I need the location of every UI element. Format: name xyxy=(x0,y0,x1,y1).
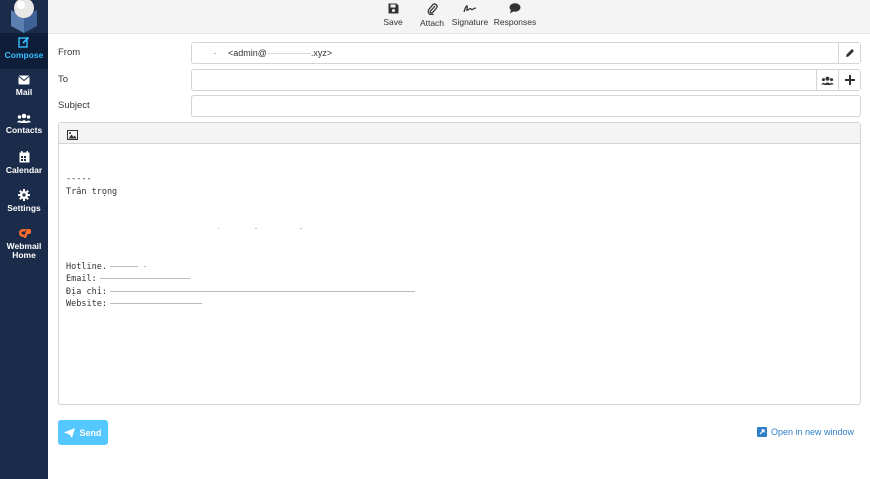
paperclip-icon xyxy=(427,3,438,15)
signature-block[interactable]: ----- Trân trọng Hotline. Email: Địa chỉ… xyxy=(66,173,418,311)
subject-label: Subject xyxy=(58,100,90,111)
sidebar-item-label: Calendar xyxy=(5,165,43,175)
gear-icon xyxy=(18,189,30,201)
save-button[interactable]: Save xyxy=(381,0,405,34)
signature-spacer xyxy=(66,198,418,223)
signature-label: Signature xyxy=(451,17,489,27)
sidebar-item-label: Compose xyxy=(4,50,44,60)
signature-separator: ----- xyxy=(66,174,92,184)
signature-greeting: Trân trọng xyxy=(66,186,118,197)
editor-toolbar xyxy=(59,123,860,144)
address-label: Địa chỉ: xyxy=(66,286,107,297)
calendar-icon xyxy=(19,151,29,163)
signature-spacer xyxy=(66,236,418,261)
sidebar: Compose Mail Contacts Calendar Settings … xyxy=(0,0,48,479)
users-icon xyxy=(17,113,31,123)
from-value: <admin@ .xyz> xyxy=(228,48,332,58)
envelope-icon xyxy=(18,75,30,85)
send-label: Send xyxy=(79,427,102,438)
sidebar-item-label: Mail xyxy=(15,87,33,97)
message-editor[interactable]: ----- Trân trọng Hotline. Email: Địa chỉ… xyxy=(58,122,861,405)
signature-button[interactable]: Signature xyxy=(451,0,489,34)
users-icon xyxy=(821,76,834,85)
edit-identity-button[interactable] xyxy=(838,43,860,63)
compose-icon xyxy=(18,36,30,48)
sidebar-item-label: Settings xyxy=(7,203,41,213)
to-label: To xyxy=(58,74,69,85)
compose-toolbar: Save Attach Signature Responses xyxy=(48,0,870,34)
responses-button[interactable]: Responses xyxy=(494,0,536,34)
insert-image-button[interactable] xyxy=(67,127,78,145)
open-in-new-window-link[interactable]: Open in new window xyxy=(757,427,854,437)
roundcube-logo[interactable] xyxy=(0,0,48,33)
website-label: Website: xyxy=(66,299,107,309)
signature-website: Website: xyxy=(66,298,418,311)
logo-cube-icon xyxy=(11,0,37,33)
sidebar-item-contacts[interactable]: Contacts xyxy=(0,110,48,147)
add-contact-button[interactable] xyxy=(816,70,838,90)
floppy-disk-icon xyxy=(388,3,398,14)
responses-label: Responses xyxy=(493,17,537,27)
webmail-app: Compose Mail Contacts Calendar Settings … xyxy=(0,0,870,479)
from-address-suffix: .xyz> xyxy=(310,48,333,58)
from-field[interactable]: <admin@ .xyz> xyxy=(191,42,861,64)
signature-name-redacted xyxy=(66,223,418,236)
sidebar-item-label: Home xyxy=(12,250,36,260)
hotline-label: Hotline. xyxy=(66,261,107,272)
signature-icon xyxy=(463,5,477,13)
to-field[interactable] xyxy=(191,69,861,91)
signature-hotline: Hotline. xyxy=(66,261,418,274)
send-button[interactable]: Send xyxy=(58,420,108,445)
add-header-button[interactable] xyxy=(838,70,860,90)
sidebar-item-label: Contacts xyxy=(5,125,43,135)
from-address-prefix: <admin@ xyxy=(228,48,267,58)
plus-icon xyxy=(844,75,855,85)
signature-email: Email: xyxy=(66,273,418,286)
sidebar-item-mail[interactable]: Mail xyxy=(0,72,48,109)
sidebar-item-webmail-home[interactable]: Webmail Home xyxy=(0,224,48,266)
redacted-text xyxy=(266,53,311,55)
pencil-icon xyxy=(845,49,854,57)
sidebar-item-settings[interactable]: Settings xyxy=(0,186,48,223)
sidebar-item-compose[interactable]: Compose xyxy=(0,33,48,69)
sidebar-item-calendar[interactable]: Calendar xyxy=(0,148,48,185)
open-window-label: Open in new window xyxy=(771,427,855,437)
email-label: Email: xyxy=(66,274,97,284)
attach-button[interactable]: Attach xyxy=(418,0,446,34)
cpanel-icon xyxy=(19,229,31,238)
from-label: From xyxy=(58,47,81,58)
attach-label: Attach xyxy=(419,18,445,28)
subject-input[interactable] xyxy=(191,95,861,117)
redacted-text xyxy=(214,53,216,54)
external-window-icon xyxy=(757,427,767,437)
image-icon xyxy=(67,130,78,140)
signature-address: Địa chỉ: xyxy=(66,286,418,299)
save-label: Save xyxy=(383,17,403,27)
paper-plane-icon xyxy=(64,427,76,438)
speech-bubble-icon xyxy=(509,3,521,14)
